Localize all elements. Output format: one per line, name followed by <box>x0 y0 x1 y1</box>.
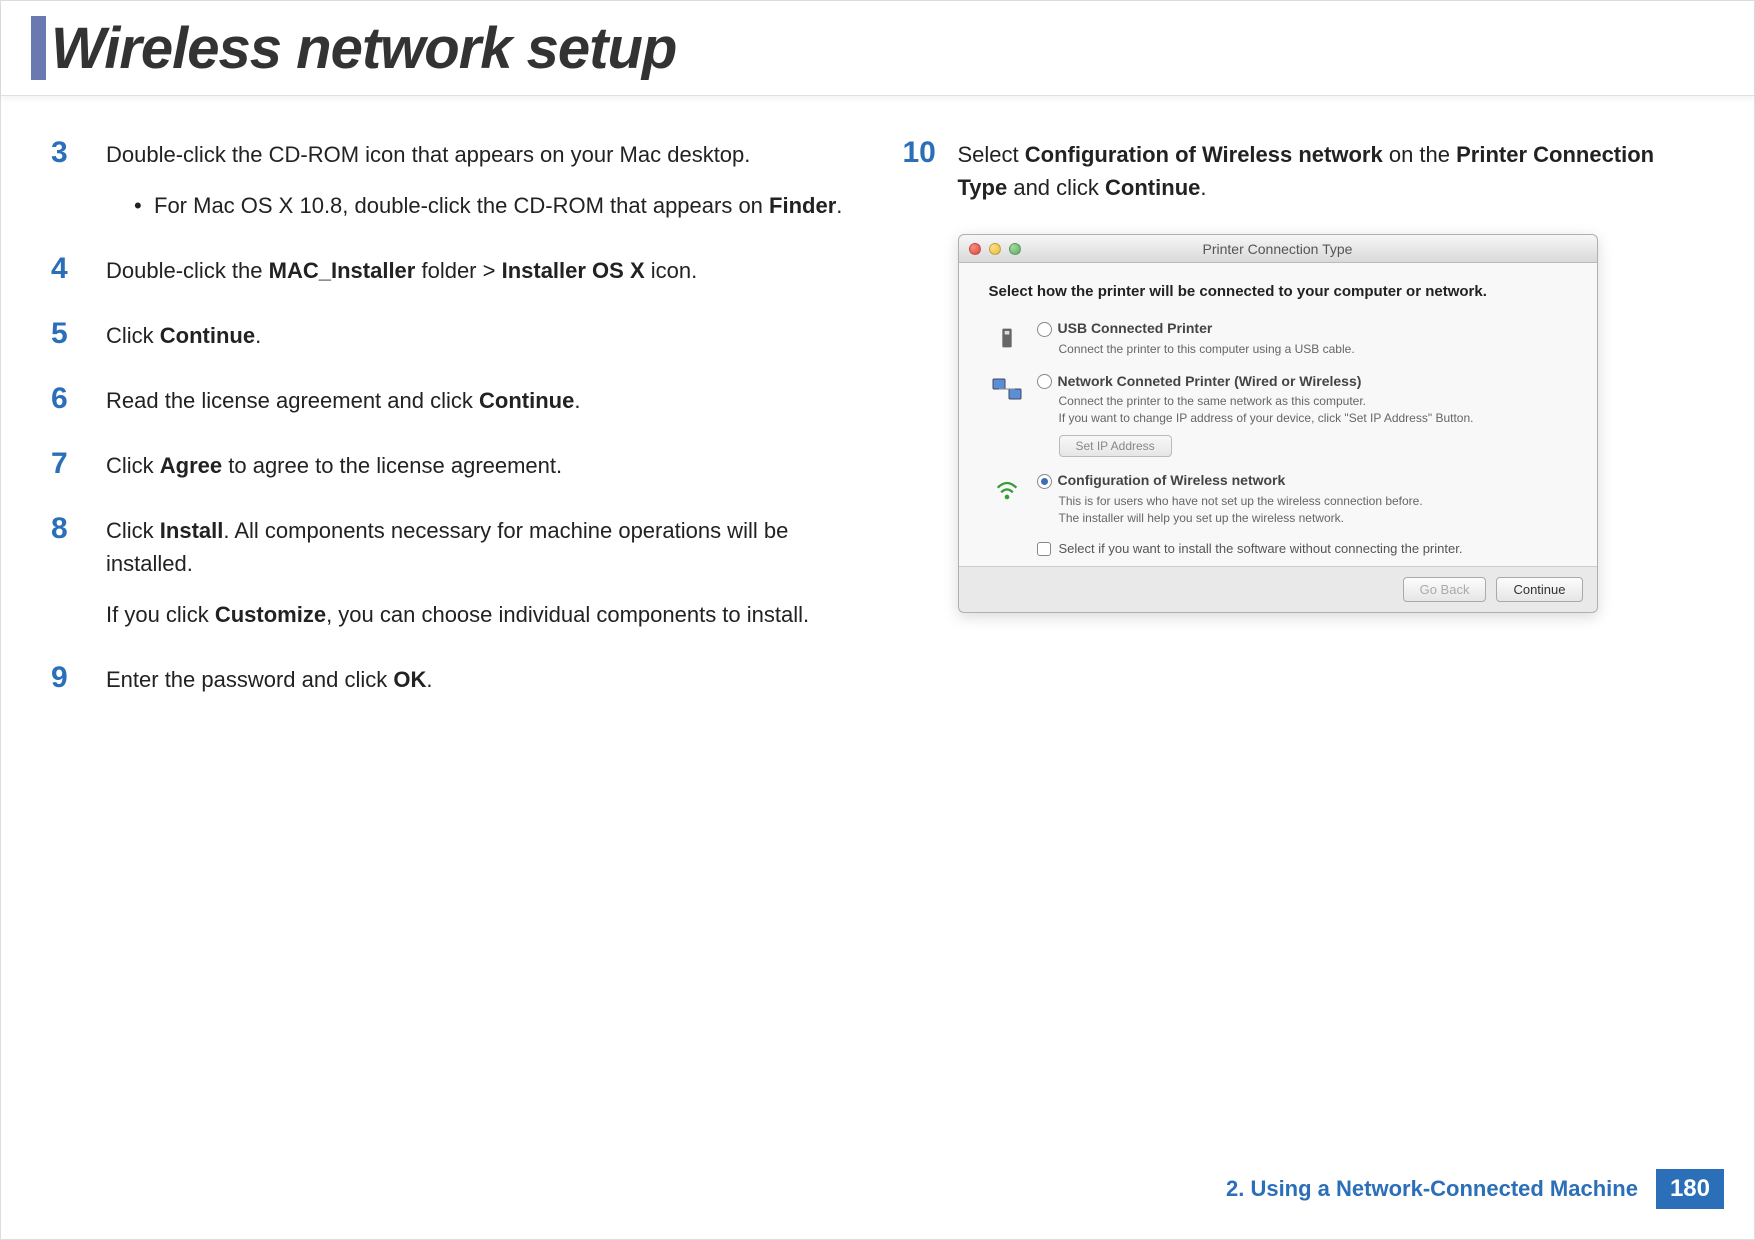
step-8: 8Click Install. All components necessary… <box>51 512 853 631</box>
step-number: 7 <box>51 447 106 482</box>
step-number: 3 <box>51 136 106 222</box>
step-text: Double-click the MAC_Installer folder > … <box>106 254 697 287</box>
content-columns: 3Double-click the CD-ROM icon that appea… <box>1 96 1754 726</box>
step-number: 5 <box>51 317 106 352</box>
step-3: 3Double-click the CD-ROM icon that appea… <box>51 136 853 222</box>
left-column: 3Double-click the CD-ROM icon that appea… <box>51 136 853 726</box>
page-number: 180 <box>1656 1169 1724 1209</box>
step-number: 9 <box>51 661 106 696</box>
printer-connection-dialog: Printer Connection Type Select how the pr… <box>958 234 1598 613</box>
step-4: 4Double-click the MAC_Installer folder >… <box>51 252 853 287</box>
step-body: Enter the password and click OK. <box>106 661 433 696</box>
option-description: This is for users who have not set up th… <box>1059 493 1567 527</box>
option-description: Connect the printer to the same network … <box>1059 393 1567 427</box>
connection-option: Network Conneted Printer (Wired or Wirel… <box>989 373 1567 457</box>
dialog-title: Printer Connection Type <box>959 241 1597 257</box>
radio-button[interactable] <box>1037 474 1052 489</box>
step-number: 6 <box>51 382 106 417</box>
install-without-printer-checkbox-row: Select if you want to install the softwa… <box>1037 541 1567 556</box>
usb-icon <box>989 320 1025 356</box>
step-number: 8 <box>51 512 106 631</box>
step-extra: If you click Customize, you can choose i… <box>106 598 853 631</box>
wifi-icon <box>989 472 1025 508</box>
page-title: Wireless network setup <box>51 15 676 82</box>
right-column: 10Select Configuration of Wireless netwo… <box>903 136 1705 726</box>
sub-bullet: •For Mac OS X 10.8, double-click the CD-… <box>106 189 842 222</box>
connection-option: Configuration of Wireless network This is… <box>989 472 1567 526</box>
step-body: Click Install. All components necessary … <box>106 512 853 631</box>
option-label[interactable]: USB Connected Printer <box>1058 320 1213 336</box>
option-label[interactable]: Configuration of Wireless network <box>1058 472 1286 488</box>
option-content: Network Conneted Printer (Wired or Wirel… <box>1037 373 1567 457</box>
network-icon <box>989 373 1025 409</box>
step-9: 9Enter the password and click OK. <box>51 661 853 696</box>
step-text: Click Agree to agree to the license agre… <box>106 449 562 482</box>
set-ip-button[interactable]: Set IP Address <box>1059 435 1172 457</box>
connection-option: USB Connected Printer Connect the printer… <box>989 320 1567 358</box>
step-body: Double-click the CD-ROM icon that appear… <box>106 136 842 222</box>
step-10: 10Select Configuration of Wireless netwo… <box>903 136 1705 204</box>
checkbox-label[interactable]: Select if you want to install the softwa… <box>1059 541 1463 556</box>
step-text: Read the license agreement and click Con… <box>106 384 580 417</box>
checkbox[interactable] <box>1037 542 1051 556</box>
page-header: Wireless network setup <box>1 1 1754 96</box>
step-number: 10 <box>903 136 958 204</box>
dialog-body: Select how the printer will be connected… <box>959 263 1597 566</box>
option-label[interactable]: Network Conneted Printer (Wired or Wirel… <box>1058 373 1362 389</box>
chapter-label: 2. Using a Network-Connected Machine <box>1226 1176 1638 1202</box>
step-text: Click Continue. <box>106 319 261 352</box>
go-back-button[interactable]: Go Back <box>1403 577 1487 602</box>
step-body: Double-click the MAC_Installer folder > … <box>106 252 697 287</box>
dialog-titlebar: Printer Connection Type <box>959 235 1597 263</box>
dialog-footer: Go Back Continue <box>959 566 1597 612</box>
step-number: 4 <box>51 252 106 287</box>
page-footer: 2. Using a Network-Connected Machine 180 <box>1226 1169 1724 1209</box>
step-6: 6Read the license agreement and click Co… <box>51 382 853 417</box>
step-body: Click Continue. <box>106 317 261 352</box>
bullet-text: For Mac OS X 10.8, double-click the CD-R… <box>154 189 842 222</box>
step-text: Double-click the CD-ROM icon that appear… <box>106 138 842 171</box>
step-body: Select Configuration of Wireless network… <box>958 136 1705 204</box>
option-content: USB Connected Printer Connect the printer… <box>1037 320 1567 358</box>
dialog-heading: Select how the printer will be connected… <box>989 283 1567 300</box>
option-content: Configuration of Wireless network This is… <box>1037 472 1567 526</box>
step-body: Click Agree to agree to the license agre… <box>106 447 562 482</box>
step-text: Enter the password and click OK. <box>106 663 433 696</box>
bullet-dot: • <box>134 189 154 222</box>
header-accent-bar <box>31 16 46 80</box>
continue-button[interactable]: Continue <box>1496 577 1582 602</box>
step-body: Read the license agreement and click Con… <box>106 382 580 417</box>
step-7: 7Click Agree to agree to the license agr… <box>51 447 853 482</box>
radio-button[interactable] <box>1037 322 1052 337</box>
radio-button[interactable] <box>1037 374 1052 389</box>
option-description: Connect the printer to this computer usi… <box>1059 341 1567 358</box>
step-5: 5Click Continue. <box>51 317 853 352</box>
step-text: Select Configuration of Wireless network… <box>958 138 1705 204</box>
step-text: Click Install. All components necessary … <box>106 514 853 580</box>
